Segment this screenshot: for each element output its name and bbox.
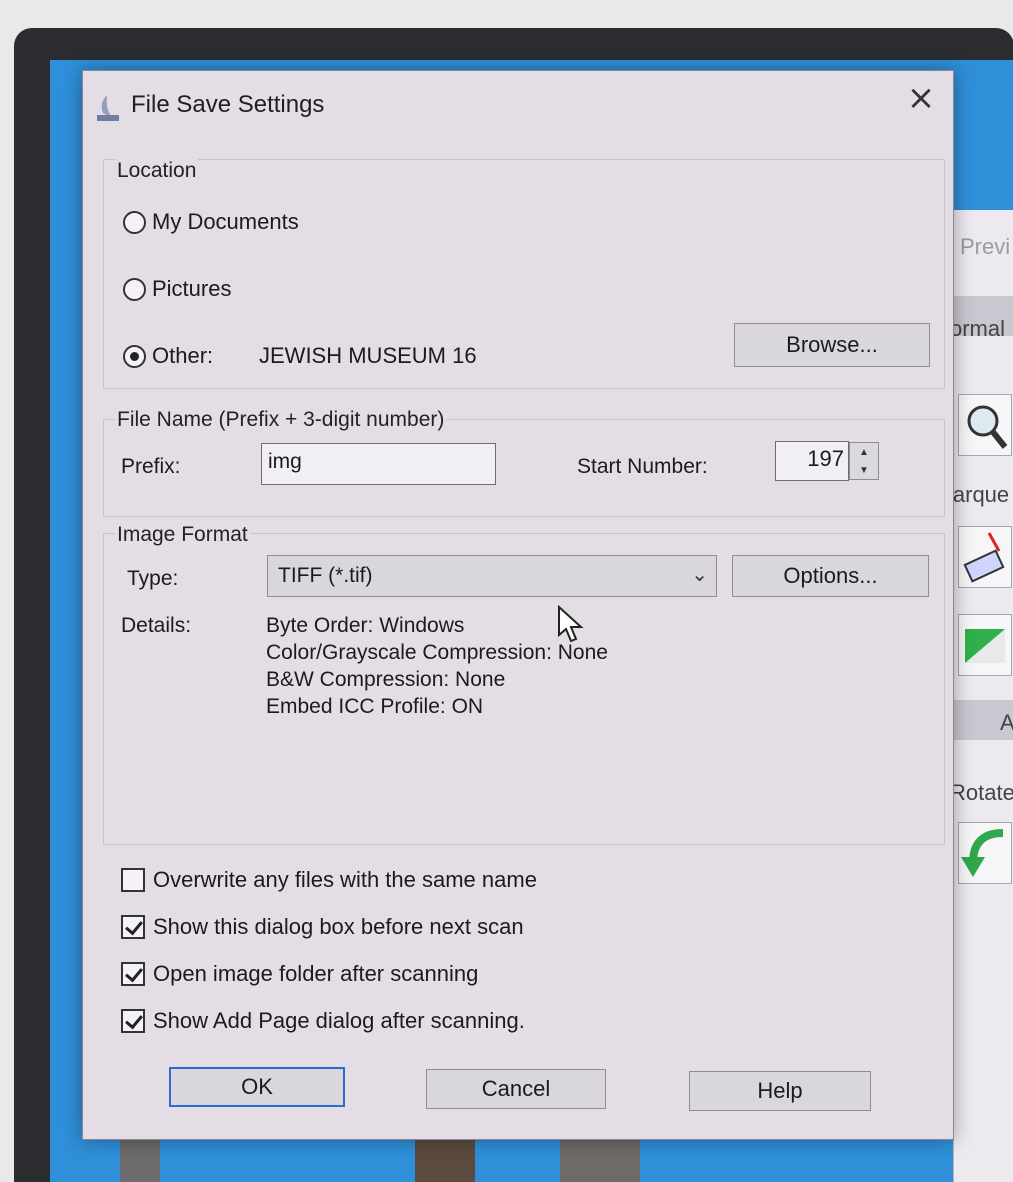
radio-other[interactable]: Other: xyxy=(123,343,213,369)
zoom-magnifier-icon[interactable] xyxy=(958,394,1012,456)
help-button[interactable]: Help xyxy=(689,1071,871,1111)
checkbox-label: Overwrite any files with the same name xyxy=(153,867,537,892)
title-bar[interactable]: File Save Settings × xyxy=(83,71,953,135)
close-button[interactable]: × xyxy=(889,71,953,125)
radio-my-documents[interactable]: My Documents xyxy=(123,209,299,235)
cancel-button[interactable]: Cancel xyxy=(426,1069,606,1109)
show-dialog-checkbox[interactable] xyxy=(121,915,145,939)
checkbox-label: Show this dialog box before next scan xyxy=(153,914,524,939)
close-icon: × xyxy=(906,78,936,118)
bg-app-label: Rotate xyxy=(950,780,1013,805)
bg-app-label: Previ xyxy=(960,234,1011,259)
rotate-icon[interactable] xyxy=(958,822,1012,884)
taskbar-thumbnail[interactable] xyxy=(415,1134,475,1182)
type-select-value: TIFF (*.tif) xyxy=(278,564,373,587)
open-folder-checkbox[interactable] xyxy=(121,962,145,986)
scanner-app-icon xyxy=(97,95,119,121)
mouse-cursor-icon xyxy=(558,605,584,643)
radio-label: My Documents xyxy=(152,209,299,234)
type-label: Type: xyxy=(127,567,179,590)
bg-app-label: ormal xyxy=(950,316,1006,341)
background-app-panel: Previ ormal larque A Rotate xyxy=(948,210,1013,1182)
start-number-stepper[interactable]: ▲ ▼ xyxy=(849,442,879,480)
chevron-down-icon[interactable]: ⌄ xyxy=(691,562,708,586)
start-number-input[interactable]: 197 xyxy=(775,441,849,481)
details-label: Details: xyxy=(121,614,192,637)
start-number-label: Start Number: xyxy=(577,455,708,478)
ok-button[interactable]: OK xyxy=(169,1067,345,1107)
image-format-group-label: Image Format xyxy=(115,523,250,547)
prefix-label: Prefix: xyxy=(121,455,181,478)
details-byte-order: Byte Order: Windows xyxy=(266,614,465,637)
radio-button[interactable] xyxy=(123,277,146,301)
type-select[interactable]: TIFF (*.tif) ⌄ xyxy=(267,555,717,597)
bg-app-label: A xyxy=(1000,710,1013,735)
radio-pictures[interactable]: Pictures xyxy=(123,276,231,302)
file-name-group-label: File Name (Prefix + 3-digit number) xyxy=(115,408,447,432)
overwrite-checkbox[interactable] xyxy=(121,868,145,892)
radio-label: Pictures xyxy=(152,276,232,301)
browse-button[interactable]: Browse... xyxy=(734,323,930,367)
stepper-down-icon[interactable]: ▼ xyxy=(850,461,878,479)
options-button[interactable]: Options... xyxy=(732,555,929,597)
details-bw-compression: B&W Compression: None xyxy=(266,668,506,691)
radio-button-selected[interactable] xyxy=(123,344,146,368)
file-save-settings-dialog: File Save Settings × Location My Documen… xyxy=(82,70,954,1140)
add-page-checkbox-row[interactable]: Show Add Page dialog after scanning. xyxy=(121,1008,525,1034)
radio-button[interactable] xyxy=(123,210,146,234)
other-folder-path: JEWISH MUSEUM 16 xyxy=(259,343,477,368)
add-page-checkbox[interactable] xyxy=(121,1009,145,1033)
taskbar-icon[interactable] xyxy=(120,1134,160,1182)
histogram-icon[interactable] xyxy=(958,614,1012,676)
marquee-eraser-icon[interactable] xyxy=(958,526,1012,588)
open-folder-checkbox-row[interactable]: Open image folder after scanning xyxy=(121,961,478,987)
location-group-label: Location xyxy=(115,159,199,183)
radio-label: Other: xyxy=(152,343,214,368)
taskbar-thumbnail[interactable] xyxy=(560,1134,640,1182)
overwrite-checkbox-row[interactable]: Overwrite any files with the same name xyxy=(121,867,537,893)
bg-app-label: larque xyxy=(948,482,1010,507)
show-dialog-checkbox-row[interactable]: Show this dialog box before next scan xyxy=(121,914,524,940)
checkbox-label: Show Add Page dialog after scanning. xyxy=(153,1008,525,1033)
dialog-title: File Save Settings xyxy=(131,91,325,118)
checkbox-label: Open image folder after scanning xyxy=(153,961,479,986)
stepper-up-icon[interactable]: ▲ xyxy=(850,443,878,461)
prefix-input[interactable]: img xyxy=(261,443,496,485)
details-icc-profile: Embed ICC Profile: ON xyxy=(266,695,484,718)
